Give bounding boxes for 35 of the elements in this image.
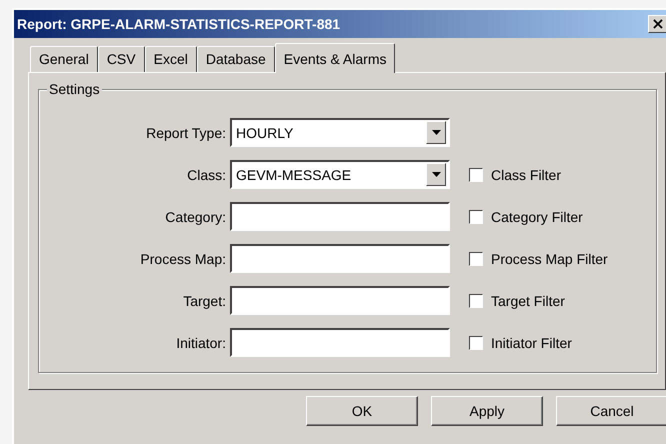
checkbox[interactable] [469, 210, 483, 224]
dialog-button[interactable]: OK [306, 396, 418, 426]
checkbox-label: Category Filter [491, 208, 583, 224]
tab[interactable]: Database [196, 46, 275, 72]
checkbox[interactable] [469, 168, 483, 182]
input-field[interactable] [230, 202, 450, 231]
dropdown-arrow-icon [432, 172, 440, 177]
group-title: Settings [47, 81, 102, 97]
field-label: Process Map: [139, 250, 227, 266]
checkbox-label: Initiator Filter [491, 334, 572, 350]
tab[interactable]: Excel [144, 46, 197, 72]
field-label: Target: [182, 292, 227, 308]
input-field[interactable] [230, 286, 450, 315]
tab[interactable]: CSV [98, 46, 145, 72]
tab[interactable]: Events & Alarms [274, 43, 396, 73]
dialog-button[interactable]: Cancel [556, 396, 666, 426]
checkbox[interactable] [469, 252, 483, 266]
window-title: Report: GRPE-ALARM-STATISTICS-REPORT-881 [17, 16, 340, 32]
tab[interactable]: General [30, 46, 98, 72]
field-label: Class: [186, 166, 227, 182]
field-label: Initiator: [175, 334, 227, 350]
dropdown[interactable]: HOURLY [230, 118, 450, 147]
dialog-button[interactable]: Apply [431, 396, 543, 426]
checkbox-label: Target Filter [491, 292, 565, 308]
checkbox-label: Process Map Filter [491, 250, 608, 266]
checkbox[interactable] [469, 336, 483, 350]
checkbox[interactable] [469, 294, 483, 308]
input-field[interactable] [230, 244, 450, 273]
dropdown-arrow-icon [432, 130, 440, 135]
dropdown[interactable]: GEVM-MESSAGE [230, 160, 450, 189]
close-button[interactable]: × [648, 15, 666, 33]
field-label: Report Type: [145, 124, 227, 140]
field-label: Category: [164, 208, 227, 224]
input-field[interactable] [230, 328, 450, 357]
checkbox-label: Class Filter [491, 166, 562, 182]
